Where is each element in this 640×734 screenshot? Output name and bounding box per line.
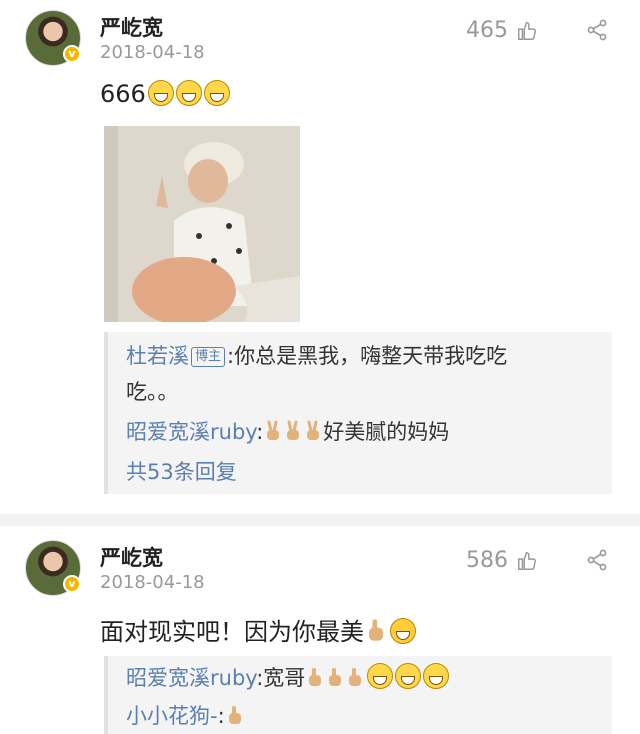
photo-illustration — [104, 126, 300, 322]
thumbs-up-hand-icon — [349, 668, 362, 686]
grin-emoji-icon — [203, 80, 230, 106]
reply-item: 昭爱宽溪ruby:宽哥 — [126, 662, 450, 694]
thumbs-up-hand-icon — [329, 668, 342, 686]
comment-text: 面对现实吧！因为你最美 — [100, 612, 416, 647]
victory-hand-icon — [287, 420, 300, 440]
blogger-tag: 博主 — [191, 347, 226, 367]
comment-photo[interactable] — [104, 126, 300, 322]
grin-emoji-icon — [175, 80, 202, 106]
comment-date: 2018-04-18 — [100, 572, 205, 593]
view-more-replies-link[interactable]: 共53条回复 — [126, 456, 237, 488]
reply-item: 小小花狗-: — [126, 700, 245, 732]
comment-date: 2018-04-18 — [100, 42, 205, 63]
like-count: 586 — [466, 548, 508, 573]
thumb-up-icon — [518, 21, 536, 40]
like-button[interactable]: 586 — [466, 548, 538, 573]
reply-box: 杜若溪 博主:你总是黑我，嗨整天带我吃吃 吃。。 昭爱宽溪ruby: 好美腻的妈妈 … — [104, 332, 612, 494]
reply-username[interactable]: 昭爱宽溪ruby — [126, 420, 256, 444]
reply-item-continued: 吃。。 — [126, 380, 179, 404]
comment-text: 666 — [100, 80, 230, 108]
smile-emoji-icon — [367, 663, 394, 689]
victory-hand-icon — [267, 420, 280, 440]
verified-badge-icon: v — [63, 575, 81, 593]
thumbs-up-hand-icon — [368, 619, 384, 641]
smile-emoji-icon — [395, 663, 422, 689]
like-button[interactable]: 465 — [466, 18, 538, 43]
verified-badge-icon: v — [63, 45, 81, 63]
reply-box: 昭爱宽溪ruby:宽哥 小小花狗-: — [104, 656, 612, 734]
reply-username[interactable]: 杜若溪 — [126, 344, 189, 368]
like-count: 465 — [466, 18, 508, 43]
thumbs-up-hand-icon — [228, 706, 241, 724]
author-name[interactable]: 严屹宽 — [100, 12, 163, 42]
victory-hand-icon — [307, 420, 320, 440]
comment-divider — [0, 514, 640, 526]
share-icon[interactable] — [585, 18, 609, 42]
reply-item: 杜若溪 博主:你总是黑我，嗨整天带我吃吃 — [126, 340, 507, 372]
smile-emoji-icon — [423, 663, 450, 689]
grin-emoji-icon — [147, 80, 174, 106]
reply-item: 昭爱宽溪ruby: 好美腻的妈妈 — [126, 420, 450, 444]
reply-text: :你总是黑我，嗨整天带我吃吃 — [227, 344, 508, 368]
author-name[interactable]: 严屹宽 — [100, 542, 163, 572]
blush-emoji-icon — [390, 618, 416, 644]
thumb-up-icon — [518, 551, 536, 570]
reply-username[interactable]: 昭爱宽溪ruby — [126, 666, 256, 690]
reply-username[interactable]: 小小花狗- — [126, 704, 218, 728]
share-icon[interactable] — [585, 548, 609, 572]
reply-text: :宽哥 — [256, 666, 306, 690]
reply-text: : — [217, 704, 225, 728]
reply-text: 好美腻的妈妈 — [323, 420, 450, 444]
thumbs-up-hand-icon — [309, 668, 322, 686]
